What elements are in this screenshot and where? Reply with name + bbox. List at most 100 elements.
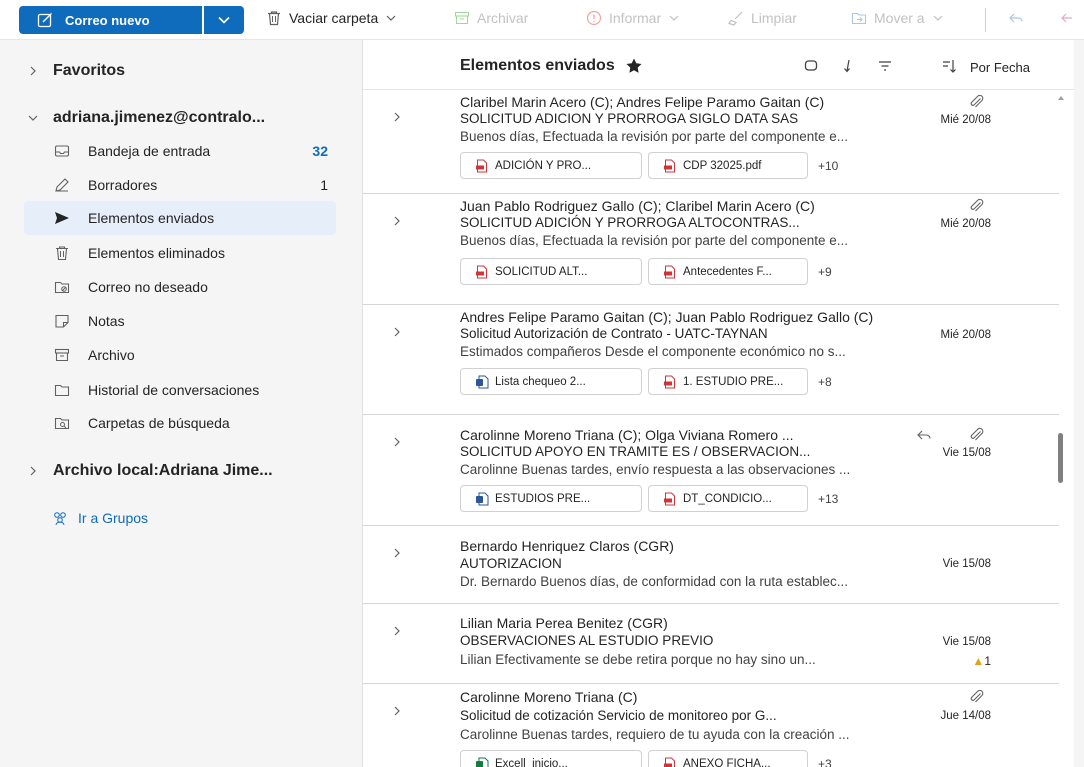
more-attachments-count[interactable]: +9: [818, 265, 832, 279]
empty-folder-button[interactable]: Vaciar carpeta: [266, 10, 396, 26]
attachment-chip[interactable]: Lista chequeo 2...: [460, 368, 642, 395]
folder-inbox[interactable]: Bandeja de entrada 32: [24, 134, 336, 168]
pdf-file-icon: [664, 159, 675, 172]
message-item[interactable]: Juan Pablo Rodriguez Gallo (C); Claribel…: [363, 194, 1059, 305]
attachment-chip[interactable]: Excell_inicio...: [460, 750, 642, 767]
local-archive-section[interactable]: Archivo local:Adriana Jime...: [0, 462, 273, 480]
go-to-groups-link[interactable]: Ir a Grupos: [52, 510, 148, 526]
compose-icon: [37, 13, 52, 28]
folder-pane: Favoritos adriana.jimenez@contralo... Ba…: [0, 40, 362, 767]
more-attachments-count[interactable]: +10: [818, 159, 838, 173]
attachment-previews: SOLICITUD ALT... Antecedentes F... +9: [460, 258, 832, 285]
folder-label: Correo no deseado: [88, 279, 208, 295]
excel-file-icon: [476, 757, 489, 767]
message-item[interactable]: Claribel Marin Acero (C); Andres Felipe …: [363, 90, 1059, 194]
pdf-file-icon: [664, 757, 675, 767]
new-mail-label: Correo nuevo: [65, 12, 150, 28]
move-to-button[interactable]: Mover a: [851, 10, 943, 26]
attachment-chip[interactable]: ADICIÓN Y PRO...: [460, 152, 642, 179]
thumbs-up-icon: ▲: [972, 654, 985, 668]
attachment-icon: [970, 427, 984, 441]
folder-search-folders[interactable]: Carpetas de búsqueda: [24, 406, 336, 440]
folder-label: Borradores: [88, 177, 158, 193]
more-attachments-count[interactable]: +8: [818, 375, 832, 389]
message-item[interactable]: Carolinne Moreno Triana (C); Olga Vivian…: [363, 415, 1059, 526]
attachment-name: SOLICITUD ALT...: [495, 265, 588, 278]
people-icon: [54, 512, 66, 526]
message-sender: Lilian Maria Perea Benitez (CGR): [460, 615, 668, 631]
folder-deleted-items[interactable]: Elementos eliminados: [24, 236, 336, 270]
attachment-previews: Lista chequeo 2... 1. ESTUDIO PRE... +8: [460, 368, 832, 395]
folder-junk[interactable]: Correo no deseado: [24, 270, 336, 304]
archive-button[interactable]: Archivar: [454, 10, 528, 26]
attachment-chip[interactable]: SOLICITUD ALT...: [460, 258, 642, 285]
reply-all-button[interactable]: [1060, 10, 1083, 26]
jump-to-icon[interactable]: [840, 58, 856, 74]
folder-title: Elementos enviados: [460, 57, 643, 75]
expand-conversation-icon[interactable]: [391, 111, 403, 123]
sort-by-date-button[interactable]: Por Fecha: [970, 60, 1030, 75]
attachment-chip[interactable]: ESTUDIOS PRE...: [460, 485, 642, 512]
message-subject: SOLICITUD ADICION Y PRORROGA SIGLO DATA …: [460, 111, 799, 126]
more-attachments-count[interactable]: +13: [818, 492, 838, 506]
folder-notes[interactable]: Notas: [24, 304, 336, 338]
attachment-name: ESTUDIOS PRE...: [495, 492, 591, 505]
attachment-chip[interactable]: 1. ESTUDIO PRE...: [648, 368, 808, 395]
message-item[interactable]: Carolinne Moreno Triana (C) Solicitud de…: [363, 684, 1059, 767]
new-mail-dropdown[interactable]: [204, 6, 244, 34]
expand-conversation-icon[interactable]: [391, 625, 403, 637]
sort-icon[interactable]: [941, 58, 957, 74]
message-item[interactable]: Bernardo Henriquez Claros (CGR) AUTORIZA…: [363, 526, 1059, 604]
search-folder-icon: [54, 417, 70, 430]
toolbar-divider: [985, 8, 986, 32]
chevron-right-icon: [30, 66, 36, 76]
reply-button[interactable]: [1008, 10, 1031, 26]
folder-sent-items[interactable]: Elementos enviados: [24, 201, 336, 235]
attachment-chip[interactable]: ANEXO FICHA...: [648, 750, 808, 767]
favorites-section[interactable]: Favoritos: [0, 62, 125, 80]
attachment-name: CDP 32025.pdf: [683, 159, 762, 172]
message-item[interactable]: Lilian Maria Perea Benitez (CGR) OBSERVA…: [363, 604, 1059, 684]
expand-conversation-icon[interactable]: [391, 326, 403, 338]
expand-conversation-icon[interactable]: [391, 215, 403, 227]
message-sender: Andres Felipe Paramo Gaitan (C); Juan Pa…: [460, 309, 874, 325]
folder-label: Historial de conversaciones: [88, 382, 260, 398]
attachment-chip[interactable]: DT_CONDICIO...: [648, 485, 808, 512]
account-section[interactable]: adriana.jimenez@contralo...: [0, 109, 265, 127]
expand-conversation-icon[interactable]: [391, 547, 403, 559]
filter-icon[interactable]: [877, 58, 893, 74]
attachment-name: Excell_inicio...: [495, 757, 568, 767]
sweep-button[interactable]: Limpiar: [728, 10, 797, 26]
move-folder-icon: [851, 12, 867, 25]
report-icon: [586, 10, 602, 26]
message-list-scrollbar[interactable]: [1055, 90, 1069, 767]
attachment-chip[interactable]: CDP 32025.pdf: [648, 152, 808, 179]
more-attachments-count[interactable]: +3: [818, 757, 832, 767]
archive-icon: [454, 11, 470, 25]
reaction-badge[interactable]: ▲1: [972, 654, 991, 668]
reaction-count: 1: [984, 654, 991, 668]
archive-label: Archivar: [477, 10, 529, 26]
scrollbar-thumb[interactable]: [1058, 433, 1063, 483]
new-mail-button[interactable]: Correo nuevo: [19, 6, 202, 34]
message-item[interactable]: Andres Felipe Paramo Gaitan (C); Juan Pa…: [363, 305, 1059, 415]
archive-icon: [54, 348, 70, 362]
report-button[interactable]: Informar: [586, 10, 679, 26]
message-preview: Carolinne Buenas tardes, envío respuesta…: [460, 462, 851, 477]
attachment-previews: Excell_inicio... ANEXO FICHA... +3: [460, 750, 832, 767]
star-icon[interactable]: [625, 57, 643, 75]
reply-icon: [917, 430, 931, 440]
message-date: Jue 14/08: [940, 710, 991, 722]
folder-archive[interactable]: Archivo: [24, 338, 336, 372]
message-subject: SOLICITUD ADICIÓN Y PRORROGA ALTOCONTRAS…: [460, 215, 800, 230]
expand-conversation-icon[interactable]: [391, 436, 403, 448]
folder-conversation-history[interactable]: Historial de conversaciones: [24, 373, 336, 407]
attachment-name: ADICIÓN Y PRO...: [495, 159, 592, 172]
attachment-name: 1. ESTUDIO PRE...: [683, 375, 784, 388]
select-icon[interactable]: [803, 58, 819, 74]
expand-conversation-icon[interactable]: [391, 705, 403, 717]
word-file-icon: [476, 492, 489, 505]
attachment-chip[interactable]: Antecedentes F...: [648, 258, 808, 285]
folder-drafts[interactable]: Borradores 1: [24, 168, 336, 202]
scroll-up-arrow-icon[interactable]: [1056, 94, 1066, 102]
